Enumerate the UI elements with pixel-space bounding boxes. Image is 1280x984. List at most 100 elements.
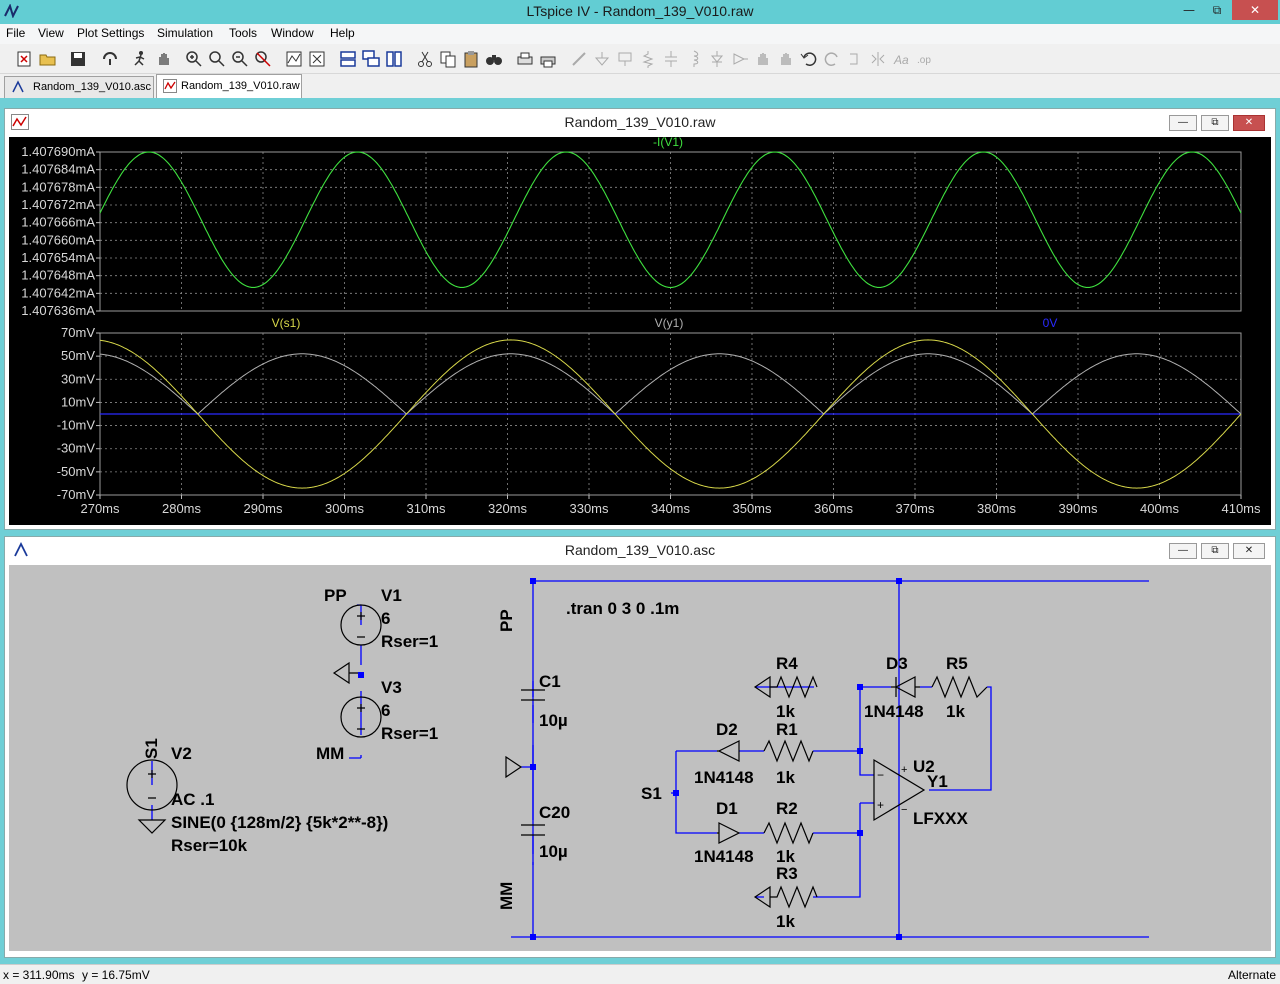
schematic-close-button[interactable]: ✕	[1233, 543, 1265, 559]
label-v2[interactable]: V2	[171, 744, 192, 763]
pane2-trace-label-0v[interactable]: 0V	[1043, 316, 1058, 330]
menu-view[interactable]: View	[38, 26, 64, 40]
label-v3[interactable]: V3	[381, 678, 402, 697]
netlabel-s1-vertical[interactable]: S1	[142, 738, 161, 759]
tab-schematic[interactable]: Random_139_V010.asc	[4, 76, 154, 98]
label-c1[interactable]: C1	[539, 672, 561, 691]
label-v1-rser[interactable]: Rser=1	[381, 632, 438, 651]
label-r3[interactable]: R3	[776, 864, 798, 883]
netlabel-mm[interactable]: MM	[316, 744, 344, 763]
restore-button[interactable]: ⧉	[1204, 0, 1230, 20]
plot-canvas[interactable]: 1.407690mA 1.407684mA 1.407678mA 1.407672mA…	[9, 135, 1271, 525]
autorange-icon[interactable]	[284, 49, 304, 69]
pan-icon[interactable]	[154, 49, 174, 69]
zoom-full-icon[interactable]	[207, 49, 227, 69]
components[interactable]	[126, 604, 988, 909]
menu-window[interactable]: Window	[271, 26, 314, 40]
run-icon[interactable]	[130, 49, 150, 69]
text-icon[interactable]: Aa	[891, 49, 911, 69]
label-v3-rser[interactable]: Rser=1	[381, 724, 438, 743]
plot-close-button[interactable]: ✕	[1233, 115, 1265, 131]
menu-simulation[interactable]: Simulation	[157, 26, 213, 40]
save-icon[interactable]	[68, 49, 88, 69]
diode-icon[interactable]	[707, 49, 727, 69]
label-y1[interactable]: Y1	[927, 772, 948, 791]
schematic-minimize-button[interactable]: —	[1169, 543, 1197, 559]
label-net-icon[interactable]	[615, 49, 635, 69]
cascade-icon[interactable]	[361, 49, 381, 69]
minimize-button[interactable]: —	[1176, 0, 1202, 20]
label-v2-ac[interactable]: AC .1	[171, 790, 214, 809]
label-v3-value[interactable]: 6	[381, 701, 390, 720]
mirror-icon[interactable]	[868, 49, 888, 69]
zoom-in-icon[interactable]	[184, 49, 204, 69]
new-schematic-icon[interactable]	[14, 49, 34, 69]
netlabel-mm-vertical[interactable]: MM	[497, 882, 516, 910]
capacitor-icon[interactable]	[661, 49, 681, 69]
label-d3-value[interactable]: 1N4148	[864, 702, 924, 721]
wires[interactable]	[151, 580, 1149, 938]
tile-vertical-icon[interactable]	[384, 49, 404, 69]
plot-restore-button[interactable]: ⧉	[1201, 115, 1229, 131]
tab-waveform[interactable]: Random_139_V010.raw	[156, 74, 302, 98]
pane1-trace-label[interactable]: -I(V1)	[653, 135, 683, 149]
netlabel-pp-vertical[interactable]: PP	[497, 609, 516, 632]
close-button[interactable]: ✕	[1232, 0, 1278, 20]
label-r1-value[interactable]: 1k	[776, 768, 795, 787]
print-setup-icon[interactable]	[515, 49, 535, 69]
copy-icon[interactable]	[438, 49, 458, 69]
netlabel-s1[interactable]: S1	[641, 784, 662, 803]
spice-directive-tran[interactable]: .tran 0 3 0 .1m	[566, 599, 679, 618]
label-c1-value[interactable]: 10µ	[539, 711, 568, 730]
spice-directive-icon[interactable]: .op	[914, 49, 934, 69]
pane2-trace-label-s1[interactable]: V(s1)	[272, 316, 301, 330]
label-v2-rser[interactable]: Rser=10k	[171, 836, 248, 855]
label-c20-value[interactable]: 10µ	[539, 842, 568, 861]
find-icon[interactable]	[484, 49, 504, 69]
paste-icon[interactable]	[461, 49, 481, 69]
inductor-icon[interactable]	[684, 49, 704, 69]
zoom-out-icon[interactable]	[230, 49, 250, 69]
zoom-cancel-icon[interactable]	[253, 49, 273, 69]
move-icon[interactable]	[753, 49, 773, 69]
menu-help[interactable]: Help	[330, 26, 355, 40]
label-d1-value[interactable]: 1N4148	[694, 847, 754, 866]
plot-minimize-button[interactable]: —	[1169, 115, 1197, 131]
label-d1[interactable]: D1	[716, 799, 738, 818]
resistor-icon[interactable]	[638, 49, 658, 69]
label-r2[interactable]: R2	[776, 799, 798, 818]
drag-icon[interactable]	[776, 49, 796, 69]
label-d3[interactable]: D3	[886, 654, 908, 673]
schematic-canvas[interactable]: − + + − PP V1 6 Rser=1 V3 6 Rser=1 MM S1 V…	[9, 565, 1271, 951]
schematic-restore-button[interactable]: ⧉	[1201, 543, 1229, 559]
label-r4[interactable]: R4	[776, 654, 798, 673]
component-icon[interactable]	[730, 49, 750, 69]
control-panel-icon[interactable]	[100, 49, 120, 69]
ground-icon[interactable]	[592, 49, 612, 69]
netlabel-pp[interactable]: PP	[324, 586, 347, 605]
label-r3-value[interactable]: 1k	[776, 912, 795, 931]
label-r1[interactable]: R1	[776, 720, 798, 739]
menu-plot-settings[interactable]: Plot Settings	[77, 26, 144, 40]
label-r4-value[interactable]: 1k	[776, 702, 795, 721]
menu-tools[interactable]: Tools	[229, 26, 257, 40]
undo-icon[interactable]	[799, 49, 819, 69]
menu-file[interactable]: File	[6, 26, 25, 40]
label-c20[interactable]: C20	[539, 803, 570, 822]
label-v1[interactable]: V1	[381, 586, 402, 605]
schematic-svg[interactable]: − + + − PP V1 6 Rser=1 V3 6 Rser=1 MM S1 V…	[9, 565, 1271, 951]
mark-icon[interactable]	[307, 49, 327, 69]
pane2-trace-label-y1[interactable]: V(y1)	[655, 316, 684, 330]
wire-icon[interactable]	[569, 49, 589, 69]
print-icon[interactable]	[538, 49, 558, 69]
rotate-icon[interactable]	[845, 49, 865, 69]
schematic-window[interactable]: Random_139_V010.asc — ⧉ ✕ − + + − PP V1 …	[4, 536, 1276, 958]
waveform-svg[interactable]: 1.407690mA 1.407684mA 1.407678mA 1.407672mA…	[9, 135, 1271, 525]
redo-icon[interactable]	[822, 49, 842, 69]
label-d2-value[interactable]: 1N4148	[694, 768, 754, 787]
open-icon[interactable]	[38, 49, 58, 69]
label-r5-value[interactable]: 1k	[946, 702, 965, 721]
label-v1-value[interactable]: 6	[381, 609, 390, 628]
label-d2[interactable]: D2	[716, 720, 738, 739]
label-v2-sine[interactable]: SINE(0 {128m/2} {5k*2**-8})	[171, 813, 388, 832]
